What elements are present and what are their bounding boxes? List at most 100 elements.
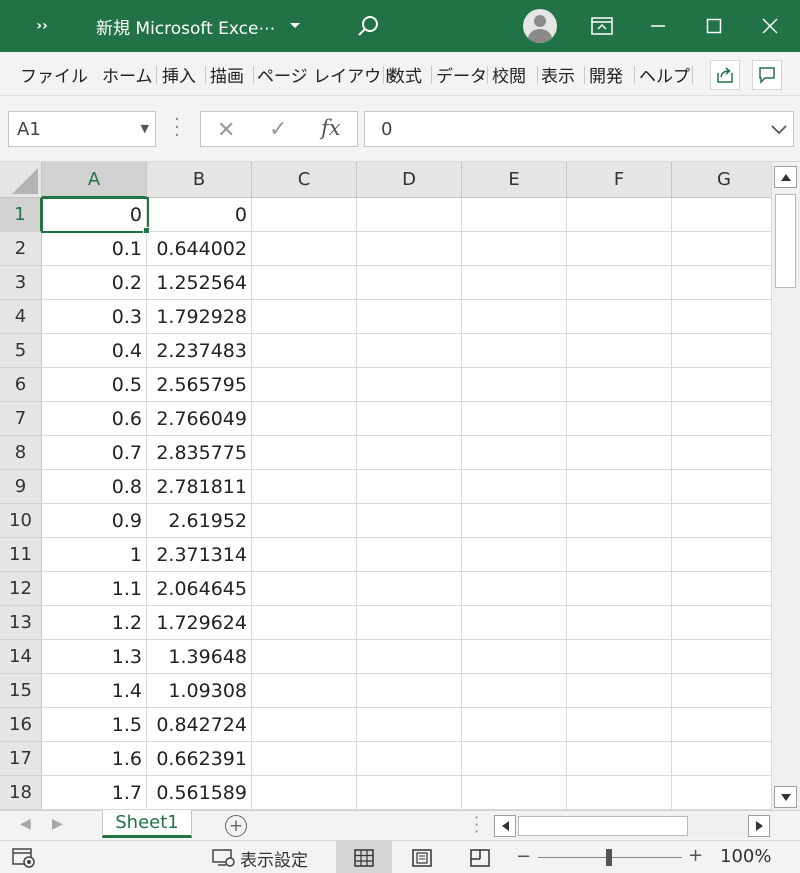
cell-b6[interactable]: 2.565795 — [147, 368, 252, 402]
cell-d12[interactable] — [357, 572, 462, 606]
row-header[interactable]: 5 — [0, 334, 42, 368]
cell-g18[interactable] — [672, 776, 777, 810]
cell-b17[interactable]: 0.662391 — [147, 742, 252, 776]
cell-b10[interactable]: 2.61952 — [147, 504, 252, 538]
cell-g16[interactable] — [672, 708, 777, 742]
cell-a18[interactable]: 1.7 — [42, 776, 147, 810]
cell-f3[interactable] — [567, 266, 672, 300]
cell-e14[interactable] — [462, 640, 567, 674]
cell-c17[interactable] — [252, 742, 357, 776]
normal-view-button[interactable] — [336, 841, 392, 873]
tab-formulas[interactable]: 数式 — [388, 61, 422, 87]
cell-c3[interactable] — [252, 266, 357, 300]
column-header-c[interactable]: C — [252, 162, 357, 198]
tab-insert[interactable]: 挿入 — [162, 61, 196, 87]
cell-e11[interactable] — [462, 538, 567, 572]
cell-g11[interactable] — [672, 538, 777, 572]
cell-e16[interactable] — [462, 708, 567, 742]
cell-c13[interactable] — [252, 606, 357, 640]
cell-g13[interactable] — [672, 606, 777, 640]
chevron-down-icon[interactable] — [771, 125, 787, 135]
cell-f11[interactable] — [567, 538, 672, 572]
scroll-down-button[interactable] — [774, 786, 797, 808]
zoom-level[interactable]: 100% — [720, 846, 771, 867]
cell-e9[interactable] — [462, 470, 567, 504]
cell-b4[interactable]: 1.792928 — [147, 300, 252, 334]
cell-f2[interactable] — [567, 232, 672, 266]
cell-a4[interactable]: 0.3 — [42, 300, 147, 334]
cell-c5[interactable] — [252, 334, 357, 368]
cell-d3[interactable] — [357, 266, 462, 300]
cell-a16[interactable]: 1.5 — [42, 708, 147, 742]
cell-f8[interactable] — [567, 436, 672, 470]
cell-d13[interactable] — [357, 606, 462, 640]
tab-page-layout[interactable]: ページ レイアウト — [257, 61, 398, 87]
cell-c18[interactable] — [252, 776, 357, 810]
cell-c2[interactable] — [252, 232, 357, 266]
cell-a13[interactable]: 1.2 — [42, 606, 147, 640]
cell-e3[interactable] — [462, 266, 567, 300]
account-button[interactable] — [520, 0, 560, 52]
row-header[interactable]: 1 — [0, 198, 42, 232]
column-header-d[interactable]: D — [357, 162, 462, 198]
cell-c4[interactable] — [252, 300, 357, 334]
cell-e4[interactable] — [462, 300, 567, 334]
cell-d14[interactable] — [357, 640, 462, 674]
tab-help[interactable]: ヘルプ — [639, 61, 690, 87]
cell-e8[interactable] — [462, 436, 567, 470]
cell-d18[interactable] — [357, 776, 462, 810]
tab-home[interactable]: ホーム — [102, 61, 153, 87]
cell-c16[interactable] — [252, 708, 357, 742]
scroll-left-button[interactable] — [494, 815, 516, 837]
chevron-down-icon[interactable]: ▼ — [141, 122, 149, 135]
cell-b9[interactable]: 2.781811 — [147, 470, 252, 504]
cell-d15[interactable] — [357, 674, 462, 708]
cell-e17[interactable] — [462, 742, 567, 776]
cell-d7[interactable] — [357, 402, 462, 436]
cell-d9[interactable] — [357, 470, 462, 504]
row-header[interactable]: 16 — [0, 708, 42, 742]
cell-a7[interactable]: 0.6 — [42, 402, 147, 436]
scroll-up-button[interactable] — [774, 166, 797, 188]
cell-e10[interactable] — [462, 504, 567, 538]
cell-b8[interactable]: 2.835775 — [147, 436, 252, 470]
cell-b12[interactable]: 2.064645 — [147, 572, 252, 606]
comments-button[interactable] — [752, 60, 782, 90]
quick-access-toolbar-overflow[interactable]: ›› — [22, 0, 62, 52]
row-header[interactable]: 11 — [0, 538, 42, 572]
row-header[interactable]: 3 — [0, 266, 42, 300]
cell-g7[interactable] — [672, 402, 777, 436]
vertical-scrollbar[interactable] — [771, 162, 800, 810]
horizontal-scrollbar[interactable] — [492, 814, 772, 838]
row-header[interactable]: 18 — [0, 776, 42, 810]
column-header-g[interactable]: G — [672, 162, 777, 198]
cell-b1[interactable]: 0 — [147, 198, 252, 232]
row-header[interactable]: 8 — [0, 436, 42, 470]
macro-recording-icon[interactable] — [12, 848, 36, 868]
display-settings-button[interactable]: 表示設定 — [212, 846, 308, 871]
cell-g8[interactable] — [672, 436, 777, 470]
sheet-tab-sheet1[interactable]: Sheet1 — [102, 810, 192, 838]
cell-f1[interactable] — [567, 198, 672, 232]
cell-c6[interactable] — [252, 368, 357, 402]
scroll-right-button[interactable] — [748, 815, 770, 837]
zoom-slider-thumb[interactable] — [606, 849, 612, 866]
tab-draw[interactable]: 描画 — [210, 61, 244, 87]
formula-bar-resize-handle[interactable]: · · · — [172, 111, 182, 145]
row-header[interactable]: 4 — [0, 300, 42, 334]
cell-e7[interactable] — [462, 402, 567, 436]
cell-e13[interactable] — [462, 606, 567, 640]
tab-split-handle[interactable]: · · · — [474, 810, 479, 840]
cell-g2[interactable] — [672, 232, 777, 266]
chevron-down-icon[interactable] — [284, 0, 306, 52]
cell-c9[interactable] — [252, 470, 357, 504]
cell-e6[interactable] — [462, 368, 567, 402]
row-header[interactable]: 14 — [0, 640, 42, 674]
cell-d16[interactable] — [357, 708, 462, 742]
row-header[interactable]: 10 — [0, 504, 42, 538]
cell-d6[interactable] — [357, 368, 462, 402]
minimize-button[interactable] — [638, 0, 678, 52]
cell-a1[interactable]: 0 — [42, 198, 147, 232]
cell-b16[interactable]: 0.842724 — [147, 708, 252, 742]
cell-g1[interactable] — [672, 198, 777, 232]
